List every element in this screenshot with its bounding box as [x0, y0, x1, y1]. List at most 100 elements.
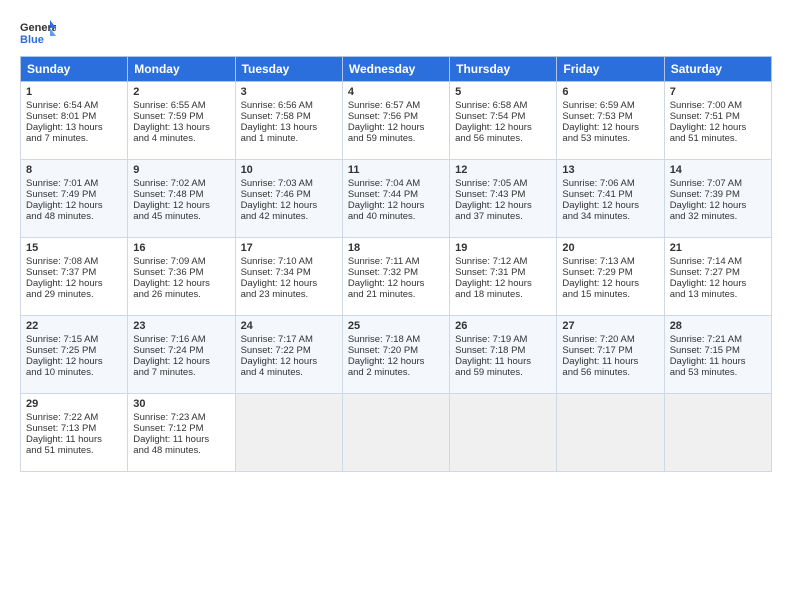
day-info-line: Daylight: 12 hours [455, 122, 551, 133]
day-info-line: Sunset: 7:27 PM [670, 267, 766, 278]
page: General Blue SundayMondayTuesdayWednesda… [0, 0, 792, 482]
day-info-line: and 13 minutes. [670, 289, 766, 300]
day-info-line: Daylight: 12 hours [455, 278, 551, 289]
day-number: 21 [670, 242, 766, 254]
day-info-line: and 4 minutes. [241, 367, 337, 378]
day-info-line: Sunset: 7:39 PM [670, 189, 766, 200]
svg-text:Blue: Blue [20, 34, 44, 46]
day-info-line: Daylight: 12 hours [670, 278, 766, 289]
calendar-cell [450, 394, 557, 472]
day-info-line: Daylight: 12 hours [241, 356, 337, 367]
calendar-cell: 28Sunrise: 7:21 AMSunset: 7:15 PMDayligh… [664, 316, 771, 394]
col-header-saturday: Saturday [664, 57, 771, 82]
col-header-thursday: Thursday [450, 57, 557, 82]
calendar-cell [342, 394, 449, 472]
day-info-line: Sunset: 7:54 PM [455, 111, 551, 122]
day-info-line: Sunset: 7:24 PM [133, 345, 229, 356]
week-row-5: 29Sunrise: 7:22 AMSunset: 7:13 PMDayligh… [21, 394, 772, 472]
day-info-line: and 53 minutes. [562, 133, 658, 144]
calendar-cell: 13Sunrise: 7:06 AMSunset: 7:41 PMDayligh… [557, 160, 664, 238]
day-number: 1 [26, 86, 122, 98]
day-info-line: Daylight: 13 hours [26, 122, 122, 133]
day-info-line: Sunset: 7:43 PM [455, 189, 551, 200]
day-info-line: Sunrise: 7:20 AM [562, 334, 658, 345]
day-info-line: Sunset: 7:13 PM [26, 423, 122, 434]
day-number: 10 [241, 164, 337, 176]
day-info-line: Sunrise: 7:08 AM [26, 256, 122, 267]
day-info-line: Sunrise: 7:09 AM [133, 256, 229, 267]
calendar-cell: 14Sunrise: 7:07 AMSunset: 7:39 PMDayligh… [664, 160, 771, 238]
day-info-line: Sunrise: 7:10 AM [241, 256, 337, 267]
header-area: General Blue [20, 18, 772, 46]
calendar-cell: 22Sunrise: 7:15 AMSunset: 7:25 PMDayligh… [21, 316, 128, 394]
day-info-line: and 34 minutes. [562, 211, 658, 222]
day-info-line: Sunrise: 6:54 AM [26, 100, 122, 111]
calendar-cell: 1 Sunrise: 6:54 AMSunset: 8:01 PMDaylight… [21, 82, 128, 160]
calendar-cell: 26Sunrise: 7:19 AMSunset: 7:18 PMDayligh… [450, 316, 557, 394]
day-number: 12 [455, 164, 551, 176]
day-info-line: Sunrise: 7:23 AM [133, 412, 229, 423]
day-info-line: Sunset: 7:56 PM [348, 111, 444, 122]
day-info-line: and 37 minutes. [455, 211, 551, 222]
day-info-line: and 15 minutes. [562, 289, 658, 300]
day-info-line: Daylight: 11 hours [670, 356, 766, 367]
day-info-line: Sunrise: 7:03 AM [241, 178, 337, 189]
day-info-line: Sunset: 8:01 PM [26, 111, 122, 122]
day-number: 4 [348, 86, 444, 98]
calendar-cell [557, 394, 664, 472]
calendar-cell: 7Sunrise: 7:00 AMSunset: 7:51 PMDaylight… [664, 82, 771, 160]
day-info-line: Sunrise: 6:55 AM [133, 100, 229, 111]
day-info-line: Sunrise: 7:06 AM [562, 178, 658, 189]
day-info-line: Sunset: 7:29 PM [562, 267, 658, 278]
day-info-line: Sunset: 7:32 PM [348, 267, 444, 278]
day-info-line: Sunset: 7:59 PM [133, 111, 229, 122]
col-header-wednesday: Wednesday [342, 57, 449, 82]
week-row-4: 22Sunrise: 7:15 AMSunset: 7:25 PMDayligh… [21, 316, 772, 394]
day-info-line: Daylight: 12 hours [133, 200, 229, 211]
calendar-cell: 3Sunrise: 6:56 AMSunset: 7:58 PMDaylight… [235, 82, 342, 160]
day-info-line: and 51 minutes. [26, 445, 122, 456]
calendar-cell: 19Sunrise: 7:12 AMSunset: 7:31 PMDayligh… [450, 238, 557, 316]
day-info-line: Daylight: 12 hours [455, 200, 551, 211]
day-number: 6 [562, 86, 658, 98]
day-info-line: Sunset: 7:58 PM [241, 111, 337, 122]
day-number: 14 [670, 164, 766, 176]
day-info-line: Sunrise: 6:58 AM [455, 100, 551, 111]
day-info-line: Daylight: 11 hours [133, 434, 229, 445]
calendar-cell [664, 394, 771, 472]
day-info-line: Sunset: 7:31 PM [455, 267, 551, 278]
day-info-line: Daylight: 12 hours [348, 278, 444, 289]
calendar-cell: 10Sunrise: 7:03 AMSunset: 7:46 PMDayligh… [235, 160, 342, 238]
day-info-line: Sunset: 7:18 PM [455, 345, 551, 356]
col-header-friday: Friday [557, 57, 664, 82]
day-info-line: Sunrise: 7:01 AM [26, 178, 122, 189]
day-info-line: Sunrise: 7:13 AM [562, 256, 658, 267]
day-number: 20 [562, 242, 658, 254]
day-info-line: Sunrise: 7:12 AM [455, 256, 551, 267]
calendar-cell: 18Sunrise: 7:11 AMSunset: 7:32 PMDayligh… [342, 238, 449, 316]
day-info-line: Sunset: 7:53 PM [562, 111, 658, 122]
day-number: 28 [670, 320, 766, 332]
day-info-line: Daylight: 12 hours [133, 356, 229, 367]
calendar-cell: 29Sunrise: 7:22 AMSunset: 7:13 PMDayligh… [21, 394, 128, 472]
calendar-cell [235, 394, 342, 472]
calendar-cell: 30Sunrise: 7:23 AMSunset: 7:12 PMDayligh… [128, 394, 235, 472]
col-header-tuesday: Tuesday [235, 57, 342, 82]
day-info-line: Daylight: 12 hours [26, 278, 122, 289]
calendar-cell: 6Sunrise: 6:59 AMSunset: 7:53 PMDaylight… [557, 82, 664, 160]
day-number: 25 [348, 320, 444, 332]
day-info-line: Sunrise: 7:15 AM [26, 334, 122, 345]
day-info-line: Sunrise: 6:56 AM [241, 100, 337, 111]
day-info-line: Sunrise: 7:07 AM [670, 178, 766, 189]
day-info-line: Sunrise: 7:04 AM [348, 178, 444, 189]
day-info-line: Daylight: 11 hours [455, 356, 551, 367]
day-info-line: and 4 minutes. [133, 133, 229, 144]
day-info-line: and 53 minutes. [670, 367, 766, 378]
calendar-cell: 11Sunrise: 7:04 AMSunset: 7:44 PMDayligh… [342, 160, 449, 238]
col-header-monday: Monday [128, 57, 235, 82]
day-number: 11 [348, 164, 444, 176]
calendar-cell: 16Sunrise: 7:09 AMSunset: 7:36 PMDayligh… [128, 238, 235, 316]
day-info-line: Sunset: 7:17 PM [562, 345, 658, 356]
day-info-line: and 10 minutes. [26, 367, 122, 378]
week-row-2: 8Sunrise: 7:01 AMSunset: 7:49 PMDaylight… [21, 160, 772, 238]
